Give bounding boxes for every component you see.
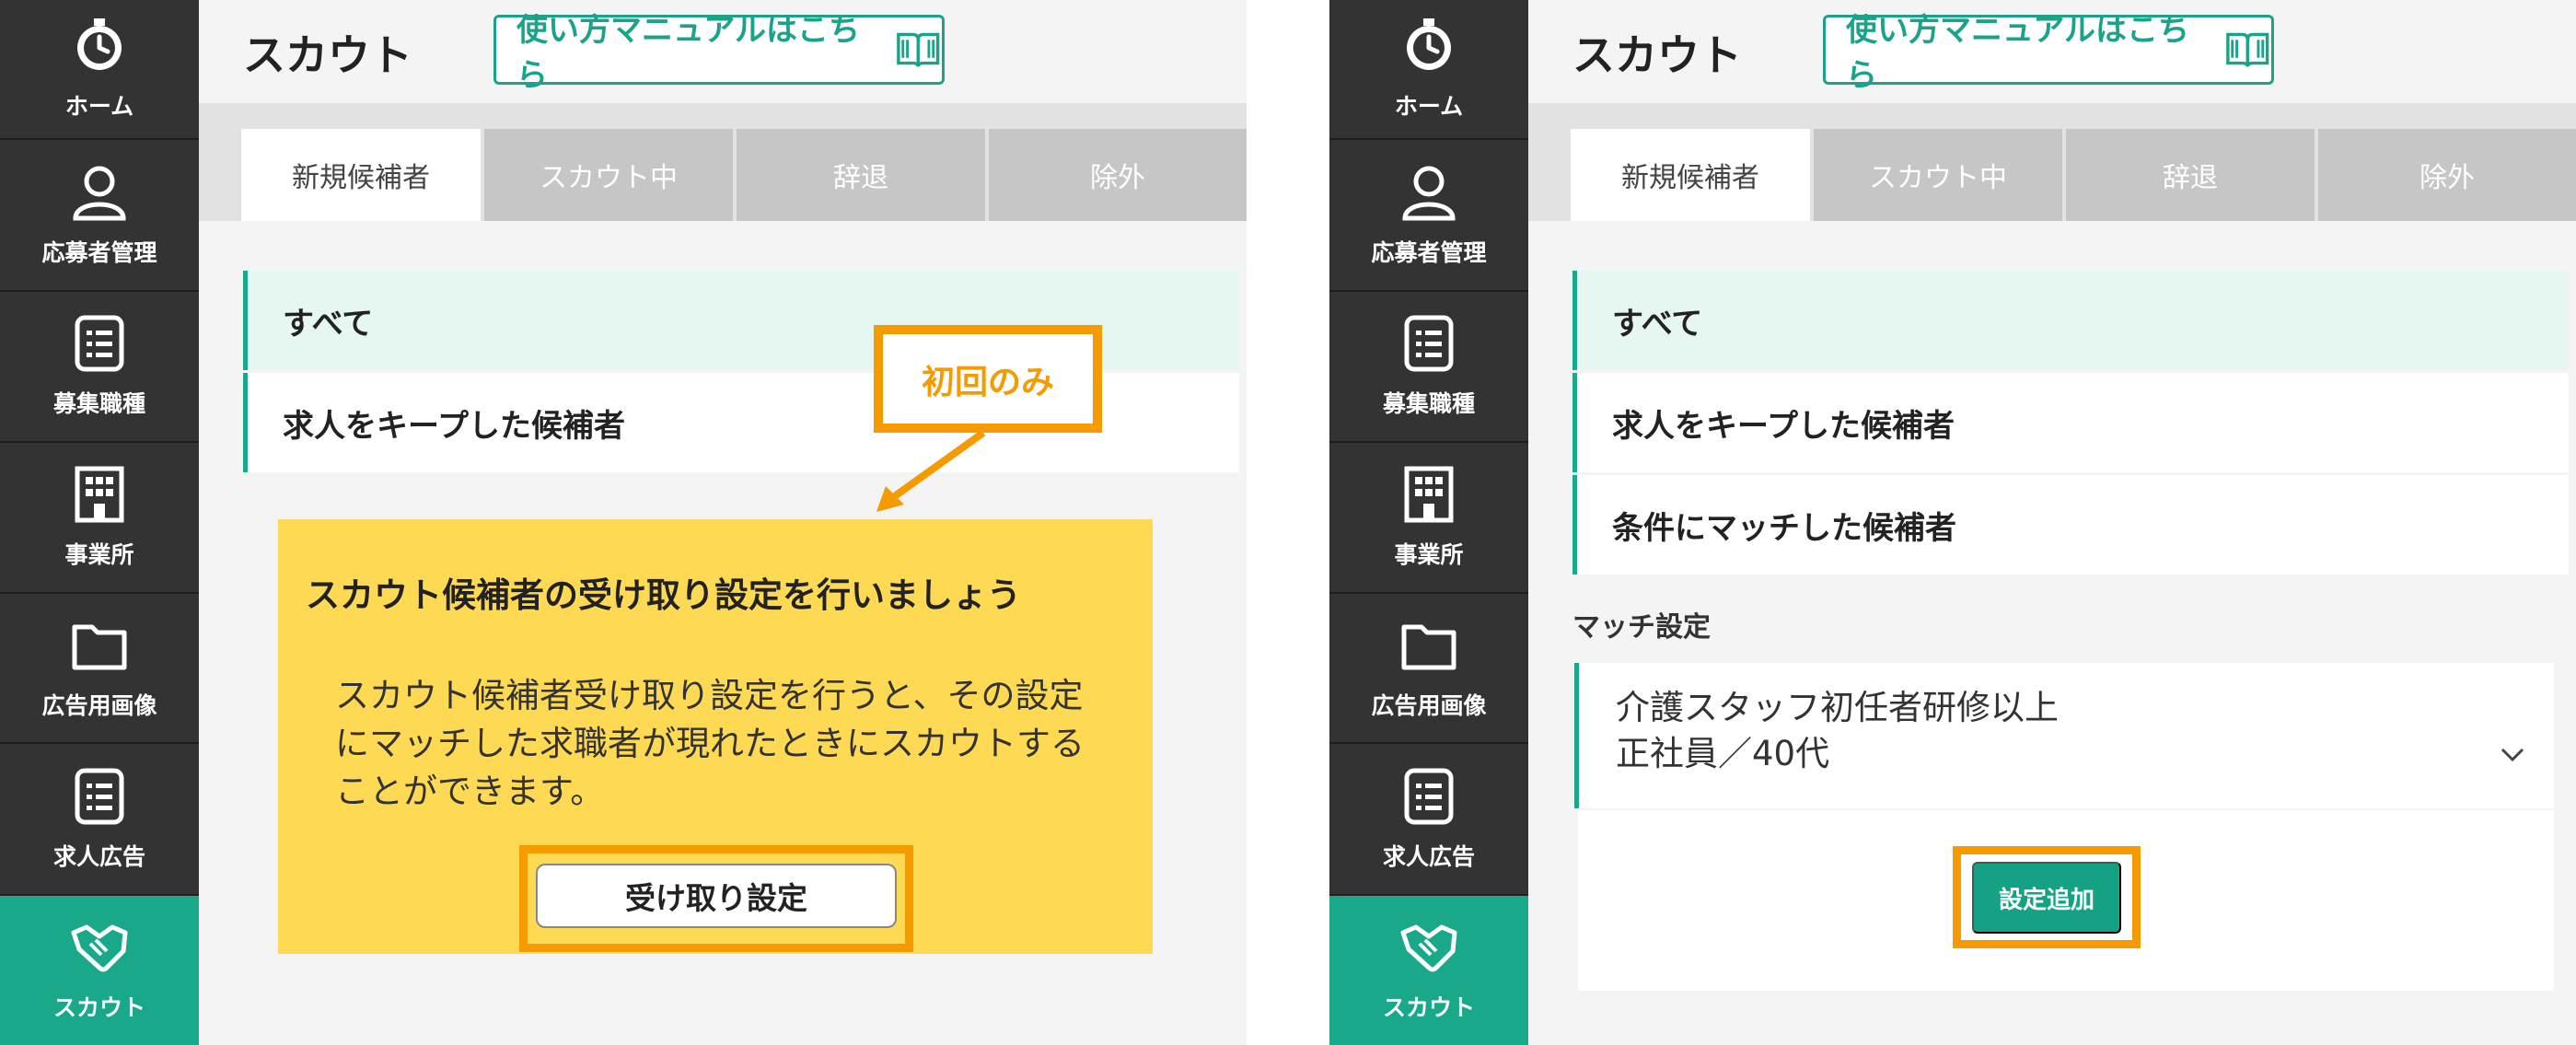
sidebar-item-scout[interactable]: スカウト <box>1329 896 1528 1045</box>
filter-kept-candidates[interactable]: 求人をキープした候補者 <box>1572 373 2569 472</box>
page-title: スカウト <box>243 30 412 80</box>
match-condition-line1: 介護スタッフ初任者研修以上 <box>1616 688 2059 727</box>
sidebar-item-job-ads[interactable]: 求人広告 <box>1329 744 1528 896</box>
setup-callout: スカウト候補者の受け取り設定を行いましょう スカウト候補者受け取り設定を行うと、… <box>278 519 1153 954</box>
add-setting-button[interactable]: 設定追加 <box>1972 862 2121 934</box>
manual-link-label: 使い方マニュアルはこちら <box>516 12 860 94</box>
building-icon <box>75 466 124 523</box>
sidebar: ホーム 応募者管理 募集職種 事業所 広告用画像 求人広告 スカウト <box>1329 0 1528 1045</box>
building-icon <box>1404 466 1454 523</box>
match-settings-heading: マッチ設定 <box>1572 611 1711 644</box>
tab-scouting[interactable]: スカウト中 <box>484 129 733 221</box>
handshake-icon <box>1400 924 1457 972</box>
tab-bar: 新規候補者 スカウト中 辞退 除外 <box>1528 103 2576 221</box>
list-icon <box>75 315 124 372</box>
manual-link[interactable]: 使い方マニュアルはこちら <box>1823 12 2274 94</box>
tab-excluded[interactable]: 除外 <box>2318 129 2576 221</box>
sidebar-item-ad-images[interactable]: 広告用画像 <box>1329 594 1528 744</box>
sidebar-item-job-ads[interactable]: 求人広告 <box>0 744 199 896</box>
sidebar-item-ad-images[interactable]: 広告用画像 <box>0 594 199 744</box>
sidebar-item-label: 広告用画像 <box>41 691 157 719</box>
sidebar-item-home[interactable]: ホーム <box>0 0 199 140</box>
sidebar-item-label: ホーム <box>64 93 134 120</box>
page-title: スカウト <box>1572 30 1742 80</box>
list-icon <box>1404 768 1454 824</box>
sidebar-item-offices[interactable]: 事業所 <box>1329 443 1528 594</box>
tab-declined[interactable]: 辞退 <box>2066 129 2315 221</box>
callout-description: スカウト候補者受け取り設定を行うと、その設定にマッチした求職者が現れたときにスカ… <box>335 676 1085 811</box>
match-settings-select[interactable]: 介護スタッフ初任者研修以上 正社員／40代 <box>1574 663 2554 808</box>
person-icon <box>73 166 126 220</box>
person-icon <box>1402 166 1456 220</box>
sidebar-item-job-types[interactable]: 募集職種 <box>1329 292 1528 443</box>
filter-matched-candidates[interactable]: 条件にマッチした候補者 <box>1572 475 2569 575</box>
scout-screen-initial: ホーム 応募者管理 募集職種 事業所 広告用画像 求人広告 スカウト スカウト <box>0 0 1247 1045</box>
sidebar-item-job-types[interactable]: 募集職種 <box>0 292 199 443</box>
sidebar-item-label: 事業所 <box>1394 541 1464 568</box>
folder-icon <box>72 624 127 669</box>
home-timer-icon <box>1407 18 1451 70</box>
sidebar-item-label: 事業所 <box>64 541 134 568</box>
callout-title: スカウト候補者の受け取り設定を行いましょう <box>306 575 1021 615</box>
first-time-only-badge: 初回のみ <box>874 325 1102 433</box>
sidebar-item-label: スカウト <box>52 994 145 1021</box>
manual-link-label: 使い方マニュアルはこちら <box>1846 12 2189 94</box>
tab-new-candidates[interactable]: 新規候補者 <box>241 129 481 221</box>
tab-bar: 新規候補者 スカウト中 辞退 除外 <box>199 103 1247 221</box>
tab-excluded[interactable]: 除外 <box>989 129 1247 221</box>
sidebar-item-home[interactable]: ホーム <box>1329 0 1528 140</box>
sidebar-item-label: 応募者管理 <box>41 238 157 266</box>
sidebar-item-label: 求人広告 <box>52 842 145 870</box>
chevron-down-icon <box>2501 748 2524 762</box>
tab-new-candidates[interactable]: 新規候補者 <box>1571 129 1810 221</box>
sidebar-item-scout[interactable]: スカウト <box>0 896 199 1045</box>
book-icon <box>2226 32 2269 67</box>
sidebar-item-applicants[interactable]: 応募者管理 <box>1329 140 1528 292</box>
tab-declined[interactable]: 辞退 <box>737 129 985 221</box>
tab-scouting[interactable]: スカウト中 <box>1814 129 2062 221</box>
sidebar-item-label: 求人広告 <box>1382 842 1475 870</box>
sidebar: ホーム 応募者管理 募集職種 事業所 広告用画像 求人広告 スカウト <box>0 0 199 1045</box>
list-icon <box>1404 315 1454 372</box>
sidebar-item-applicants[interactable]: 応募者管理 <box>0 140 199 292</box>
sidebar-item-label: ホーム <box>1394 93 1464 120</box>
sidebar-item-label: 応募者管理 <box>1371 238 1487 266</box>
sidebar-item-label: 募集職種 <box>52 390 145 417</box>
sidebar-item-label: 広告用画像 <box>1371 691 1487 719</box>
list-icon <box>75 768 124 824</box>
page-header: スカウト 使い方マニュアルはこちら <box>1528 0 2576 103</box>
sidebar-item-offices[interactable]: 事業所 <box>0 443 199 594</box>
folder-icon <box>1401 624 1456 669</box>
handshake-icon <box>71 924 128 972</box>
sidebar-item-label: 募集職種 <box>1382 390 1475 417</box>
page-header: スカウト 使い方マニュアルはこちら <box>199 0 1247 103</box>
home-timer-icon <box>77 18 122 70</box>
filter-all[interactable]: すべて <box>1572 271 2569 370</box>
pointer-arrow-icon <box>876 429 986 512</box>
sidebar-item-label: スカウト <box>1382 994 1475 1021</box>
receive-settings-button[interactable]: 受け取り設定 <box>536 864 897 928</box>
manual-link[interactable]: 使い方マニュアルはこちら <box>493 12 945 94</box>
book-icon <box>897 32 940 67</box>
match-condition-line2: 正社員／40代 <box>1616 734 1830 773</box>
